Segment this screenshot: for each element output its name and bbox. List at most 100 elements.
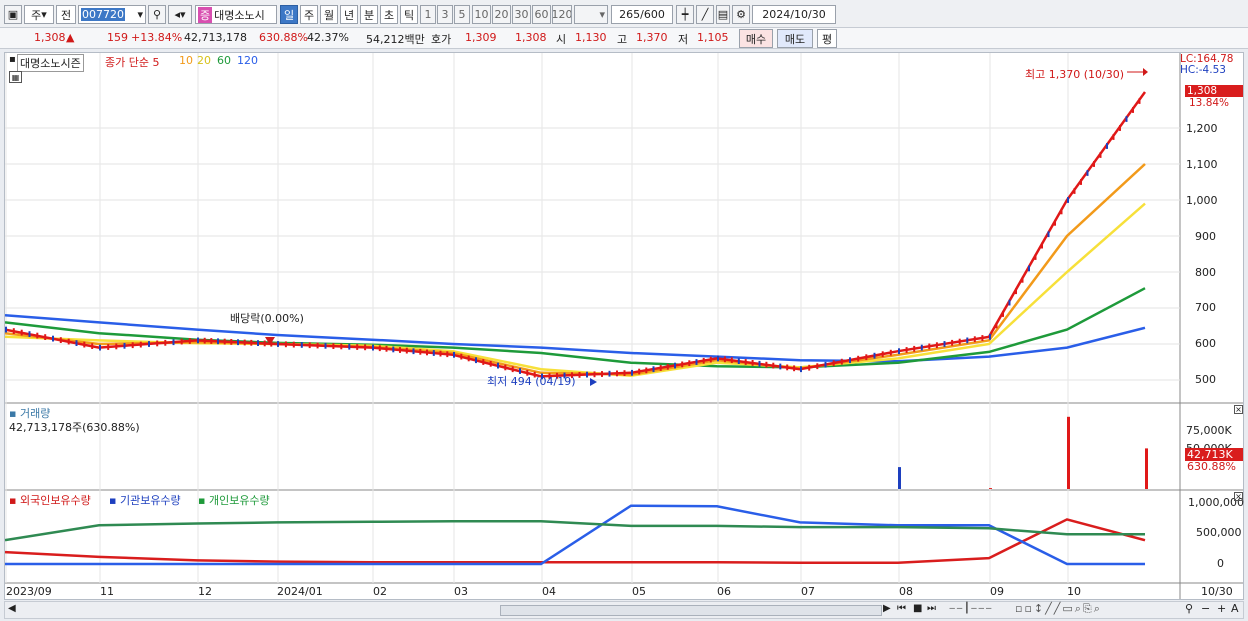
interval-tick[interactable]: 틱 bbox=[400, 5, 418, 24]
candle-icon[interactable]: ┿ bbox=[676, 5, 694, 24]
candle bbox=[107, 344, 110, 350]
x-tick: 02 bbox=[373, 585, 387, 598]
unit-select[interactable]: ▾ bbox=[574, 5, 608, 24]
count-field[interactable]: 265/600 bbox=[611, 5, 673, 24]
date-field[interactable]: 2024/10/30 bbox=[752, 5, 836, 24]
bid1: 1,309 bbox=[465, 31, 497, 44]
x-tick: 05 bbox=[632, 585, 646, 598]
low-label: 저 bbox=[678, 33, 689, 46]
volume-bar bbox=[989, 488, 992, 489]
table-icon[interactable]: ▦ bbox=[9, 71, 22, 83]
minus-icon[interactable]: − bbox=[1201, 602, 1210, 615]
code-input[interactable]: 007720 ▾ bbox=[78, 5, 146, 24]
candle bbox=[1034, 254, 1037, 260]
buy-button[interactable]: 매수 bbox=[739, 29, 773, 48]
candle bbox=[453, 351, 455, 358]
legend-institution[interactable]: ▪ 기관보유수량 bbox=[109, 492, 181, 508]
candle bbox=[793, 365, 796, 372]
close-icon[interactable]: × bbox=[1234, 492, 1243, 501]
number-5[interactable]: 5 bbox=[454, 5, 470, 24]
legend-stock-name[interactable]: 대명소노시즌 bbox=[17, 54, 84, 72]
candle bbox=[1041, 242, 1043, 249]
tool-icons[interactable]: ▫▫↕╱╱▭⌕⎘⌕ bbox=[1015, 602, 1102, 616]
candle bbox=[730, 357, 733, 364]
candle bbox=[688, 360, 691, 367]
chart-area[interactable]: ▪ 대명소노시즌 종가 단순 5 10 20 60 120 ▦ LC:164.7… bbox=[4, 52, 1244, 600]
gear-icon[interactable]: ⚙ bbox=[732, 5, 750, 24]
line-tool-icon[interactable]: ╱ bbox=[696, 5, 714, 24]
interval-minute[interactable]: 분 bbox=[360, 5, 378, 24]
prev-button[interactable]: 전 bbox=[56, 5, 76, 24]
candle bbox=[865, 354, 868, 361]
candle bbox=[324, 342, 327, 349]
number-20[interactable]: 20 bbox=[492, 5, 511, 24]
sound-icon[interactable]: ◂▾ bbox=[168, 5, 192, 24]
legend-close-ma5[interactable]: 종가 단순 5 bbox=[105, 54, 159, 70]
candle bbox=[439, 350, 442, 357]
close-icon[interactable]: × bbox=[1234, 405, 1243, 414]
candle bbox=[348, 343, 351, 350]
chevron-down-icon[interactable]: ▾ bbox=[137, 8, 145, 21]
candle bbox=[601, 371, 603, 377]
number-120[interactable]: 120 bbox=[552, 5, 572, 24]
number-60[interactable]: 60 bbox=[532, 5, 551, 24]
zoom-slider[interactable]: ‒‒┃‒‒‒ bbox=[949, 603, 993, 614]
period-select[interactable]: 주 ▾ bbox=[24, 5, 54, 24]
interval-day[interactable]: 일 bbox=[280, 5, 298, 24]
search-icon[interactable]: ⚲ bbox=[148, 5, 166, 24]
number-10[interactable]: 10 bbox=[472, 5, 491, 24]
volume-ratio: 630.88% bbox=[259, 31, 308, 44]
stock-name[interactable]: 증 대명소노시 bbox=[195, 5, 277, 24]
eval-button[interactable]: 평 bbox=[817, 29, 837, 48]
legend-individual[interactable]: ▪ 개인보유수량 bbox=[198, 492, 270, 508]
candle bbox=[197, 337, 199, 344]
number-1[interactable]: 1 bbox=[420, 5, 436, 24]
y-tick: 1,200 bbox=[1186, 122, 1218, 135]
interval-year[interactable]: 년 bbox=[340, 5, 358, 24]
ma5-line bbox=[5, 91, 1147, 378]
candle bbox=[808, 364, 811, 371]
scrollbar[interactable]: ◀ ▶ ⏮ ■ ⏭ ‒‒┃‒‒‒ ▫▫↕╱╱▭⌕⎘⌕ ⚲ − + A bbox=[4, 601, 1244, 619]
scroll-right-icon[interactable]: ▶ bbox=[883, 603, 891, 614]
layout-icon[interactable]: ▣ bbox=[4, 5, 22, 24]
candle bbox=[44, 334, 47, 340]
save-icon[interactable]: ▤ bbox=[716, 5, 730, 24]
forward-icon[interactable]: ⏭ bbox=[927, 603, 936, 614]
candle bbox=[951, 339, 954, 346]
candle bbox=[28, 331, 31, 337]
candle bbox=[593, 371, 596, 378]
number-3[interactable]: 3 bbox=[437, 5, 453, 24]
legend-ma60[interactable]: 60 bbox=[217, 54, 231, 67]
legend-ma120[interactable]: 120 bbox=[237, 54, 258, 67]
candle bbox=[832, 360, 835, 367]
legend-ma20[interactable]: 20 bbox=[197, 54, 211, 67]
font-size-icon[interactable]: A bbox=[1231, 602, 1239, 615]
candle bbox=[758, 360, 761, 367]
legend-foreign[interactable]: ▪ 외국인보유수량 bbox=[9, 492, 91, 508]
number-30[interactable]: 30 bbox=[512, 5, 531, 24]
x-tick: 07 bbox=[801, 585, 815, 598]
sell-button[interactable]: 매도 bbox=[777, 29, 813, 48]
candle bbox=[482, 359, 485, 365]
candle bbox=[765, 361, 768, 368]
scroll-left-icon[interactable]: ◀ bbox=[8, 603, 16, 614]
x-tick: 08 bbox=[899, 585, 913, 598]
dividend-annotation: 배당락(0.00%) bbox=[230, 312, 304, 325]
scroll-thumb[interactable] bbox=[500, 605, 882, 616]
interval-month[interactable]: 월 bbox=[320, 5, 338, 24]
candle bbox=[123, 342, 126, 349]
plus-icon[interactable]: + bbox=[1217, 602, 1226, 615]
interval-week[interactable]: 주 bbox=[300, 5, 318, 24]
candle bbox=[392, 346, 395, 353]
legend-ma10[interactable]: 10 bbox=[179, 54, 193, 67]
candle bbox=[779, 363, 782, 370]
stop-icon[interactable]: ■ bbox=[913, 603, 922, 614]
rewind-icon[interactable]: ⏮ bbox=[897, 603, 906, 614]
zoom-out-icon[interactable]: ⚲ bbox=[1185, 602, 1193, 615]
interval-second[interactable]: 초 bbox=[380, 5, 398, 24]
candle bbox=[1002, 311, 1004, 317]
candle bbox=[905, 347, 908, 353]
candle bbox=[824, 361, 827, 368]
candle bbox=[889, 349, 892, 356]
candle bbox=[250, 339, 253, 346]
